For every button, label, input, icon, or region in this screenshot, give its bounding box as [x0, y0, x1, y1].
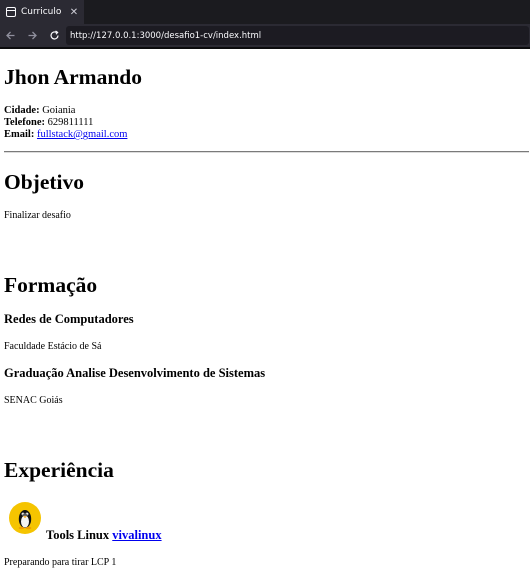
section-title-objetivo: Objetivo [4, 170, 85, 194]
phone-value: 629811111 [47, 117, 94, 128]
page-content: Jhon Armando Cidade: Goiania Telefone: 6… [0, 49, 530, 587]
resume-name: Jhon Armando [4, 65, 142, 89]
email-line: Email: fullstack@gmail.com [4, 129, 127, 141]
page-icon [6, 7, 16, 17]
reload-icon[interactable] [48, 29, 60, 41]
address-bar[interactable]: http://127.0.0.1:3000/desafio1-cv/index.… [66, 26, 529, 45]
experience-link[interactable]: vivalinux [112, 528, 161, 542]
experience-title: Tools Linux vivalinux [46, 528, 162, 543]
contact-info: Cidade: Goiania Telefone: 629811111 Emai… [4, 105, 127, 141]
city-value: Goiania [42, 105, 76, 116]
school-name: SENAC Goiás [4, 395, 63, 406]
tab-curriculo[interactable]: Curriculo ✕ [0, 0, 84, 24]
close-icon[interactable]: ✕ [68, 7, 80, 18]
tab-title: Curriculo [21, 7, 62, 17]
experience-description: Preparando para tirar LCP 1 [4, 557, 117, 568]
city-label: Cidade: [4, 105, 40, 116]
url-text: http://127.0.0.1:3000/desafio1-cv/index.… [70, 30, 262, 41]
section-title-experiencia: Experiência [4, 458, 114, 482]
forward-icon[interactable] [26, 29, 38, 41]
city-line: Cidade: Goiania [4, 105, 127, 117]
divider [4, 151, 529, 153]
objetivo-text: Finalizar desafio [4, 210, 71, 221]
email-link[interactable]: fullstack@gmail.com [37, 129, 127, 140]
phone-line: Telefone: 629811111 [4, 117, 127, 129]
course-title: Redes de Computadores [4, 312, 134, 326]
tab-strip: Curriculo ✕ [0, 0, 530, 24]
section-title-formacao: Formação [4, 273, 98, 297]
email-label: Email: [4, 129, 35, 140]
back-icon[interactable] [4, 29, 16, 41]
experience-name: Tools Linux [46, 528, 110, 542]
school-name: Faculdade Estácio de Sá [4, 341, 102, 352]
course-title: Graduação Analise Desenvolvimento de Sis… [4, 366, 266, 380]
navigation-toolbar: http://127.0.0.1:3000/desafio1-cv/index.… [0, 24, 530, 48]
phone-label: Telefone: [4, 117, 46, 128]
tux-icon [9, 502, 41, 534]
